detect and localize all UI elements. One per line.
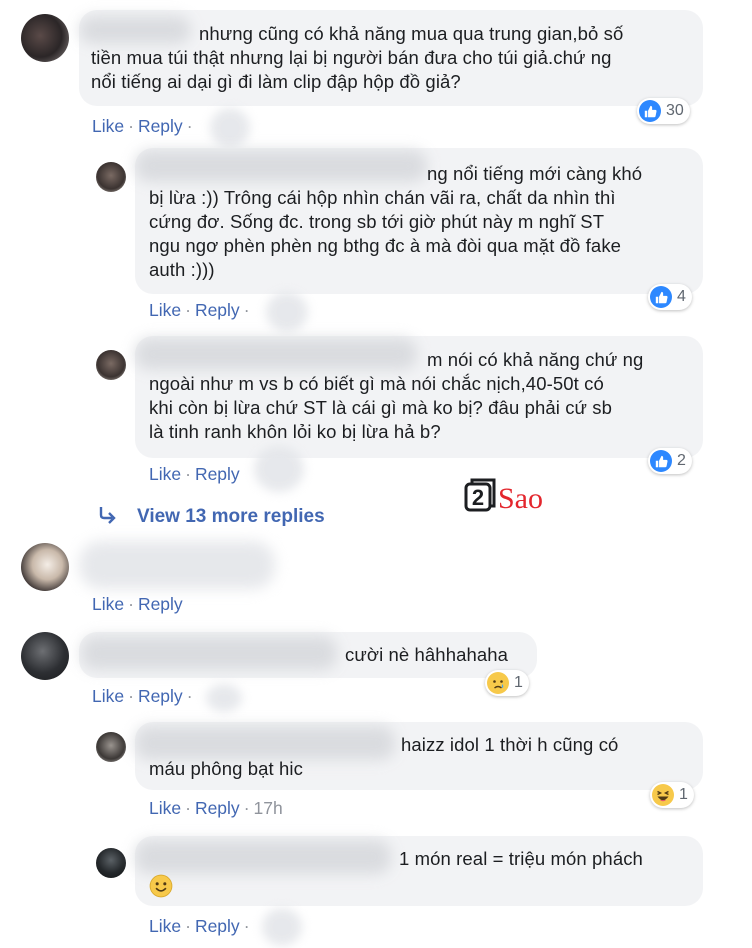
reaction-number: 2 bbox=[677, 452, 686, 469]
comment-text: ng nổi tiếng mới càng khó bị lừa :)) Trô… bbox=[149, 163, 643, 280]
blurred-timestamp bbox=[210, 108, 250, 148]
logo-word: Sao bbox=[498, 482, 543, 515]
reaction-count[interactable]: 2 bbox=[648, 448, 692, 474]
reaction-number: 4 bbox=[677, 288, 686, 305]
commenter-avatar[interactable] bbox=[21, 632, 69, 680]
reaction-number: 1 bbox=[679, 786, 688, 803]
reply-button[interactable]: Reply bbox=[195, 798, 240, 818]
comment-actions: Like · Reply · bbox=[149, 916, 250, 936]
reaction-count[interactable]: 1 bbox=[485, 670, 529, 696]
commenter-avatar[interactable] bbox=[96, 848, 126, 878]
like-button[interactable]: Like bbox=[149, 916, 181, 936]
comment-bubble: m nói có khả năng chứ ng ngoài như m vs … bbox=[135, 336, 703, 458]
reply-button[interactable]: Reply bbox=[195, 916, 240, 936]
commenter-avatar[interactable] bbox=[96, 350, 126, 380]
smile-emoji-icon bbox=[149, 874, 173, 904]
like-reaction-icon bbox=[650, 450, 672, 472]
commenter-avatar[interactable] bbox=[21, 14, 69, 62]
commenter-avatar[interactable] bbox=[96, 162, 126, 192]
blurred-timestamp bbox=[266, 292, 308, 332]
blurred-timestamp bbox=[206, 684, 242, 712]
reaction-number: 30 bbox=[666, 102, 684, 119]
like-button[interactable]: Like bbox=[92, 686, 124, 706]
blurred-timestamp bbox=[262, 908, 302, 946]
reaction-number: 1 bbox=[514, 674, 523, 691]
2sao-logo: 2 Sao bbox=[464, 478, 556, 518]
sad-reaction-icon bbox=[487, 672, 509, 694]
like-reaction-icon bbox=[650, 286, 672, 308]
comment-bubble: nhưng cũng có khả năng mua qua trung gia… bbox=[79, 10, 703, 106]
comment-text: cười nè hâhhahaha bbox=[345, 644, 509, 665]
like-button[interactable]: Like bbox=[92, 116, 124, 136]
logo-digit: 2 bbox=[472, 485, 484, 510]
comment-actions: Like · Reply bbox=[92, 594, 183, 614]
like-reaction-icon bbox=[639, 100, 661, 122]
reply-button[interactable]: Reply bbox=[195, 300, 240, 320]
haha-reaction-icon bbox=[652, 784, 674, 806]
reaction-count[interactable]: 4 bbox=[648, 284, 692, 310]
reaction-count[interactable]: 1 bbox=[650, 782, 694, 808]
reply-arrow-icon bbox=[98, 506, 118, 529]
reply-button[interactable]: Reply bbox=[138, 116, 183, 136]
comment-bubble: 1 món real = triệu món phách bbox=[135, 836, 703, 906]
blurred-timestamp bbox=[254, 446, 304, 492]
comment-text: nhưng cũng có khả năng mua qua trung gia… bbox=[91, 23, 624, 92]
like-button[interactable]: Like bbox=[149, 464, 181, 484]
blurred-name bbox=[81, 636, 337, 670]
commenter-avatar[interactable] bbox=[21, 543, 69, 591]
comment-bubble: haizz idol 1 thời h cũng có máu phông bạ… bbox=[135, 722, 703, 790]
comment-timestamp[interactable]: 17h bbox=[254, 798, 283, 818]
like-button[interactable]: Like bbox=[92, 594, 124, 614]
blurred-comment bbox=[79, 541, 275, 589]
comment-bubble: ng nổi tiếng mới càng khó bị lừa :)) Trô… bbox=[135, 148, 703, 294]
like-button[interactable]: Like bbox=[149, 300, 181, 320]
reply-button[interactable]: Reply bbox=[138, 594, 183, 614]
comment-actions: Like · Reply · bbox=[92, 116, 193, 136]
comment-text: 1 món real = triệu món phách bbox=[399, 848, 643, 869]
comment-actions: Like · Reply · bbox=[149, 300, 250, 320]
reaction-count[interactable]: 30 bbox=[637, 98, 690, 124]
comment-bubble: cười nè hâhhahaha bbox=[79, 632, 537, 678]
comment-actions: Like · Reply bbox=[149, 464, 240, 484]
blurred-name bbox=[135, 840, 391, 874]
commenter-avatar[interactable] bbox=[96, 732, 126, 762]
like-button[interactable]: Like bbox=[149, 798, 181, 818]
comment-actions: Like · Reply · 17h bbox=[149, 798, 283, 818]
reply-button[interactable]: Reply bbox=[138, 686, 183, 706]
comment-text: m nói có khả năng chứ ng ngoài như m vs … bbox=[149, 349, 644, 442]
comment-actions: Like · Reply · bbox=[92, 686, 193, 706]
comment-text: haizz idol 1 thời h cũng có máu phông bạ… bbox=[149, 734, 619, 779]
view-more-replies-link[interactable]: View 13 more replies bbox=[137, 506, 325, 528]
reply-button[interactable]: Reply bbox=[195, 464, 240, 484]
